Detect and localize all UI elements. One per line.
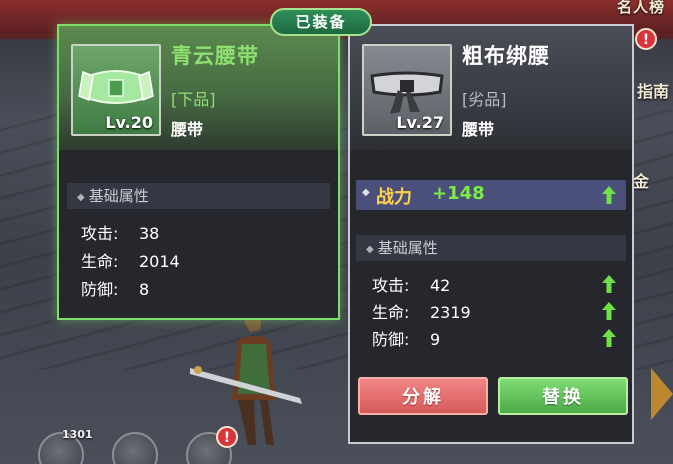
compare-item-panel: Lv.27 粗布绑腰 [劣品] 腰带 ◆ 战力 +148 ◆ 基础属性 攻击: 42… [348, 24, 634, 444]
compare-item-name: 粗布绑腰 [462, 44, 550, 68]
guide-button[interactable]: 指南 [637, 78, 669, 102]
replace-button[interactable]: 替换 [498, 377, 628, 415]
notification-badge: ! [635, 28, 657, 50]
stat-label: 攻击: [372, 276, 410, 295]
up-arrow-icon [602, 302, 616, 320]
hero-character-icon [190, 310, 302, 445]
diamond-bullet-icon: ◆ [366, 244, 374, 255]
stat-label: 生命: [81, 252, 119, 271]
stat-row-attack: 攻击: 38 [81, 220, 159, 244]
gold-label[interactable]: 金 [633, 168, 649, 192]
diamond-bullet-icon: ◆ [77, 192, 85, 203]
equipped-base-stats-header: ◆ 基础属性 [67, 183, 330, 209]
equipped-tab: 已装备 [270, 8, 372, 36]
compare-item-level: Lv.27 [396, 113, 444, 132]
equipped-item-type: 腰带 [171, 120, 204, 139]
stat-row-defense: 防御: 9 [372, 326, 440, 350]
stat-value: 2319 [430, 303, 471, 322]
compare-item-type: 腰带 [462, 120, 495, 139]
stat-row-health: 生命: 2014 [81, 248, 180, 272]
decompose-button[interactable]: 分解 [358, 377, 488, 415]
stat-value: 9 [430, 330, 441, 349]
stat-label: 防御: [81, 280, 119, 299]
stat-label: 生命: [372, 303, 410, 322]
compare-item-slot[interactable]: Lv.27 [362, 44, 452, 136]
up-arrow-icon [602, 275, 616, 293]
compare-base-stats-header: ◆ 基础属性 [356, 235, 626, 261]
equipped-item-level: Lv.20 [105, 113, 153, 132]
section-title: 基础属性 [377, 239, 438, 257]
stat-label: 防御: [372, 330, 410, 349]
chat-count: 1301 [62, 428, 93, 441]
stat-value: 42 [430, 276, 451, 295]
power-delta: +148 [432, 183, 485, 204]
stat-value: 2014 [139, 252, 180, 271]
stat-value: 38 [139, 224, 160, 243]
equipped-item-grade: [下品] [171, 90, 216, 109]
ranking-button[interactable]: 名人榜 [617, 0, 665, 17]
diamond-bullet-icon: ◆ [362, 187, 370, 198]
equipped-item-name: 青云腰带 [171, 44, 259, 68]
stat-row-health: 生命: 2319 [372, 299, 471, 323]
section-title: 基础属性 [88, 187, 149, 205]
equipped-item-slot[interactable]: Lv.20 [71, 44, 161, 136]
scroll-icon[interactable] [112, 432, 158, 464]
bag-notification-badge: ! [216, 426, 238, 448]
stat-row-defense: 防御: 8 [81, 276, 149, 300]
equipped-item-panel: Lv.20 青云腰带 [下品] 腰带 ◆ 基础属性 攻击: 38 生命: 2014 防… [57, 24, 340, 320]
stat-label: 攻击: [81, 224, 119, 243]
up-arrow-icon [602, 186, 616, 204]
compare-item-grade: [劣品] [462, 90, 507, 109]
power-comparison-row: ◆ 战力 +148 [356, 180, 626, 210]
stat-row-attack: 攻击: 42 [372, 272, 450, 296]
stat-value: 8 [139, 280, 150, 299]
power-label: 战力 [376, 187, 412, 208]
expand-arrow-icon[interactable] [651, 368, 673, 420]
up-arrow-icon [602, 329, 616, 347]
